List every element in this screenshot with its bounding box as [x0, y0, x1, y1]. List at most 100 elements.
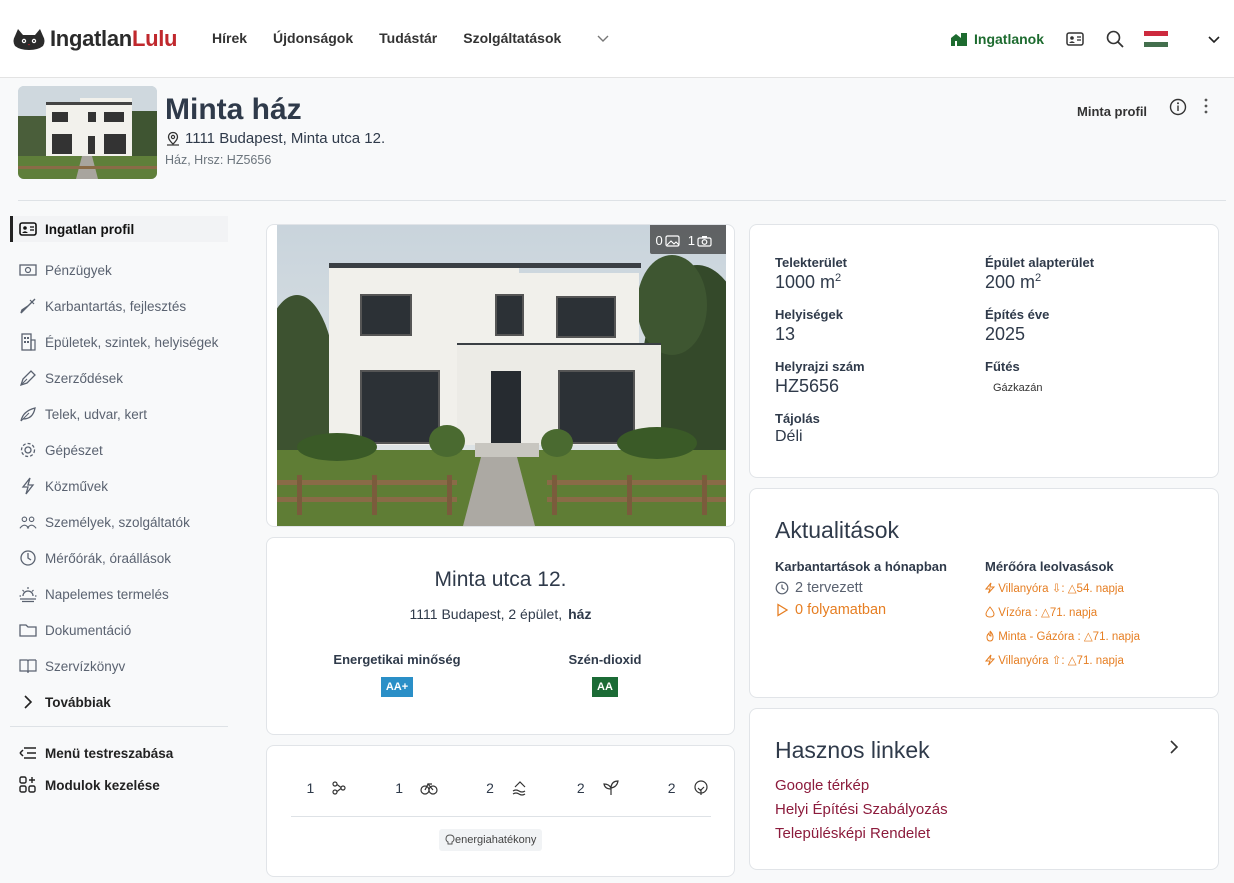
hungarian-flag-icon[interactable] — [1144, 31, 1169, 47]
water-drop-icon — [985, 606, 995, 618]
property-type: ház — [568, 606, 592, 622]
feature-water-heat: 2 — [470, 780, 529, 796]
sidebar-item-more[interactable]: Továbbiak — [10, 684, 228, 720]
menu-knowledge[interactable]: Tudástár — [379, 30, 437, 46]
flame-icon — [986, 630, 994, 642]
photo-count-badge[interactable]: 0 1 — [649, 225, 726, 254]
stat-value: 1000 m2 — [775, 272, 847, 293]
chevron-right-icon[interactable] — [1169, 739, 1179, 760]
sidebar-item-solar[interactable]: Napelemes termelés — [10, 576, 228, 612]
manage-modules-button[interactable]: Modulok kezelése — [10, 769, 228, 801]
sidebar-item-label: Továbbiak — [45, 694, 111, 710]
energy-badge: AA+ — [380, 677, 414, 697]
stat-value: Déli — [775, 428, 803, 445]
properties-link[interactable]: Ingatlanok — [950, 31, 1044, 47]
sidebar-item-finances[interactable]: Pénzügyek — [10, 252, 228, 288]
sidebar-item-utilities[interactable]: Közművek — [10, 468, 228, 504]
planned-link[interactable]: 2 tervezett — [775, 580, 947, 596]
customize-menu-button[interactable]: Menü testreszabása — [10, 737, 228, 769]
stat-label: Épület alapterület — [985, 255, 1095, 270]
energy-label: Energetikai minőség — [333, 652, 461, 667]
search-icon — [1106, 30, 1124, 48]
link-google-maps[interactable]: Google térkép — [775, 777, 869, 794]
more-options-icon[interactable] — [1204, 98, 1208, 119]
stat-build-year: Építés éve 2025 — [985, 307, 1049, 345]
lightning-icon — [985, 582, 995, 594]
maintenance-label: Karbantartások a hónapban — [775, 559, 947, 574]
house-icon — [951, 33, 967, 46]
network-icon — [332, 781, 346, 795]
search-button[interactable] — [1106, 30, 1124, 48]
menu-new-features[interactable]: Újdonságok — [273, 30, 353, 46]
meter-reading-text: Villanyóra ⇧: △71. napja — [998, 655, 1124, 667]
menu-news[interactable]: Hírek — [212, 30, 247, 46]
leaf-icon — [19, 405, 37, 423]
id-card-button[interactable] — [1066, 32, 1084, 46]
sidebar-item-property-profile[interactable]: Ingatlan profil — [10, 216, 228, 242]
sidebar-item-label: Pénzügyek — [45, 262, 112, 278]
stat-value: 13 — [775, 324, 796, 344]
property-address-text: 1111 Budapest, Minta utca 12. — [185, 130, 386, 147]
meter-reading-text: Villanyóra ⇩: △54. napja — [998, 583, 1124, 595]
main-menu: Hírek Újdonságok Tudástár Szolgáltatások — [212, 30, 661, 46]
features-divider — [291, 816, 711, 817]
energy-efficient-tag: energiahatékony — [439, 829, 543, 851]
menu-services[interactable]: Szolgáltatások — [463, 30, 634, 46]
manage-modules-label: Modulok kezelése — [45, 777, 160, 793]
property-photo-card[interactable]: 0 1 — [266, 224, 735, 527]
id-card-icon — [1066, 32, 1084, 46]
clock-icon — [775, 581, 789, 595]
stat-parcel-number: Helyrajzi szám HZ5656 — [775, 359, 865, 397]
sidebar-item-label: Dokumentáció — [45, 622, 132, 638]
sidebar-item-documentation[interactable]: Dokumentáció — [10, 612, 228, 648]
lightning-icon — [985, 654, 995, 666]
in-progress-link[interactable]: 0 folyamatban — [775, 602, 947, 618]
sidebar-item-meters[interactable]: Mérőórák, óraállások — [10, 540, 228, 576]
gear-icon — [19, 441, 37, 459]
stat-plot-area: Telekterület 1000 m2 — [775, 255, 847, 293]
feature-network: 1 — [291, 780, 348, 796]
sidebar-item-mechanical[interactable]: Gépészet — [10, 432, 228, 468]
property-address: 1111 Budapest, Minta utca 12. — [165, 130, 385, 147]
stat-label: Helyiségek — [775, 307, 843, 322]
brand-part1: Ingatlan — [50, 26, 132, 51]
folder-icon — [19, 621, 37, 639]
profile-name[interactable]: Minta profil — [1077, 104, 1147, 119]
sidebar-item-contracts[interactable]: Szerződések — [10, 360, 228, 396]
in-progress-text: 0 folyamatban — [795, 602, 887, 618]
meter-reading-item[interactable]: Villanyóra ⇧: △71. napja — [985, 652, 1140, 668]
useful-links-card: Hasznos linkek Google térkép Helyi Építé… — [749, 708, 1219, 870]
property-thumbnail[interactable] — [18, 86, 157, 179]
meter-reading-item[interactable]: Villanyóra ⇩: △54. napja — [985, 580, 1140, 596]
property-subtitle: Ház, Hrsz: HZ5656 — [165, 153, 272, 167]
feature-plant: 2 — [561, 780, 620, 796]
property-photo[interactable]: 0 1 — [277, 225, 726, 526]
feature-count: 2 — [576, 780, 585, 796]
stat-orientation: Tájolás Déli — [775, 411, 820, 446]
link-townscape-decree[interactable]: Településképi Rendelet — [775, 825, 930, 842]
chevron-down-icon[interactable] — [1208, 31, 1220, 47]
sidebar-item-label: Ingatlan profil — [45, 221, 135, 237]
info-icon[interactable] — [1169, 98, 1187, 121]
address-title: Minta utca 12. — [434, 568, 567, 591]
feature-count: 1 — [395, 780, 404, 796]
sidebar-item-people[interactable]: Személyek, szolgáltatók — [10, 504, 228, 540]
header-divider — [18, 200, 1226, 201]
updates-card: Aktualitások Karbantartások a hónapban 2… — [749, 488, 1219, 698]
logo[interactable]: IngatlanLulu — [12, 24, 177, 54]
planned-text: 2 tervezett — [795, 580, 863, 596]
photo-count: 1 — [687, 233, 695, 248]
stat-value: 2025 — [985, 324, 1026, 344]
link-building-regulation[interactable]: Helyi Építési Szabályozás — [775, 801, 948, 818]
meter-reading-item[interactable]: Vízóra : △71. napja — [985, 604, 1140, 620]
sidebar-item-service-book[interactable]: Szervízkönyv — [10, 648, 228, 684]
water-heat-icon — [512, 781, 526, 796]
sidebar-item-maintenance[interactable]: Karbantartás, fejlesztés — [10, 288, 228, 324]
stat-value: 200 m2 — [985, 272, 1094, 293]
stat-value: HZ5656 — [775, 376, 840, 396]
sidebar-item-garden[interactable]: Telek, udvar, kert — [10, 396, 228, 432]
energy-efficient-label: energiahatékony — [455, 834, 537, 846]
sidebar-item-buildings[interactable]: Épületek, szintek, helyiségek — [10, 324, 228, 360]
meter-reading-item[interactable]: Minta - Gázóra : △71. napja — [985, 628, 1140, 644]
chevron-right-icon — [19, 693, 37, 711]
